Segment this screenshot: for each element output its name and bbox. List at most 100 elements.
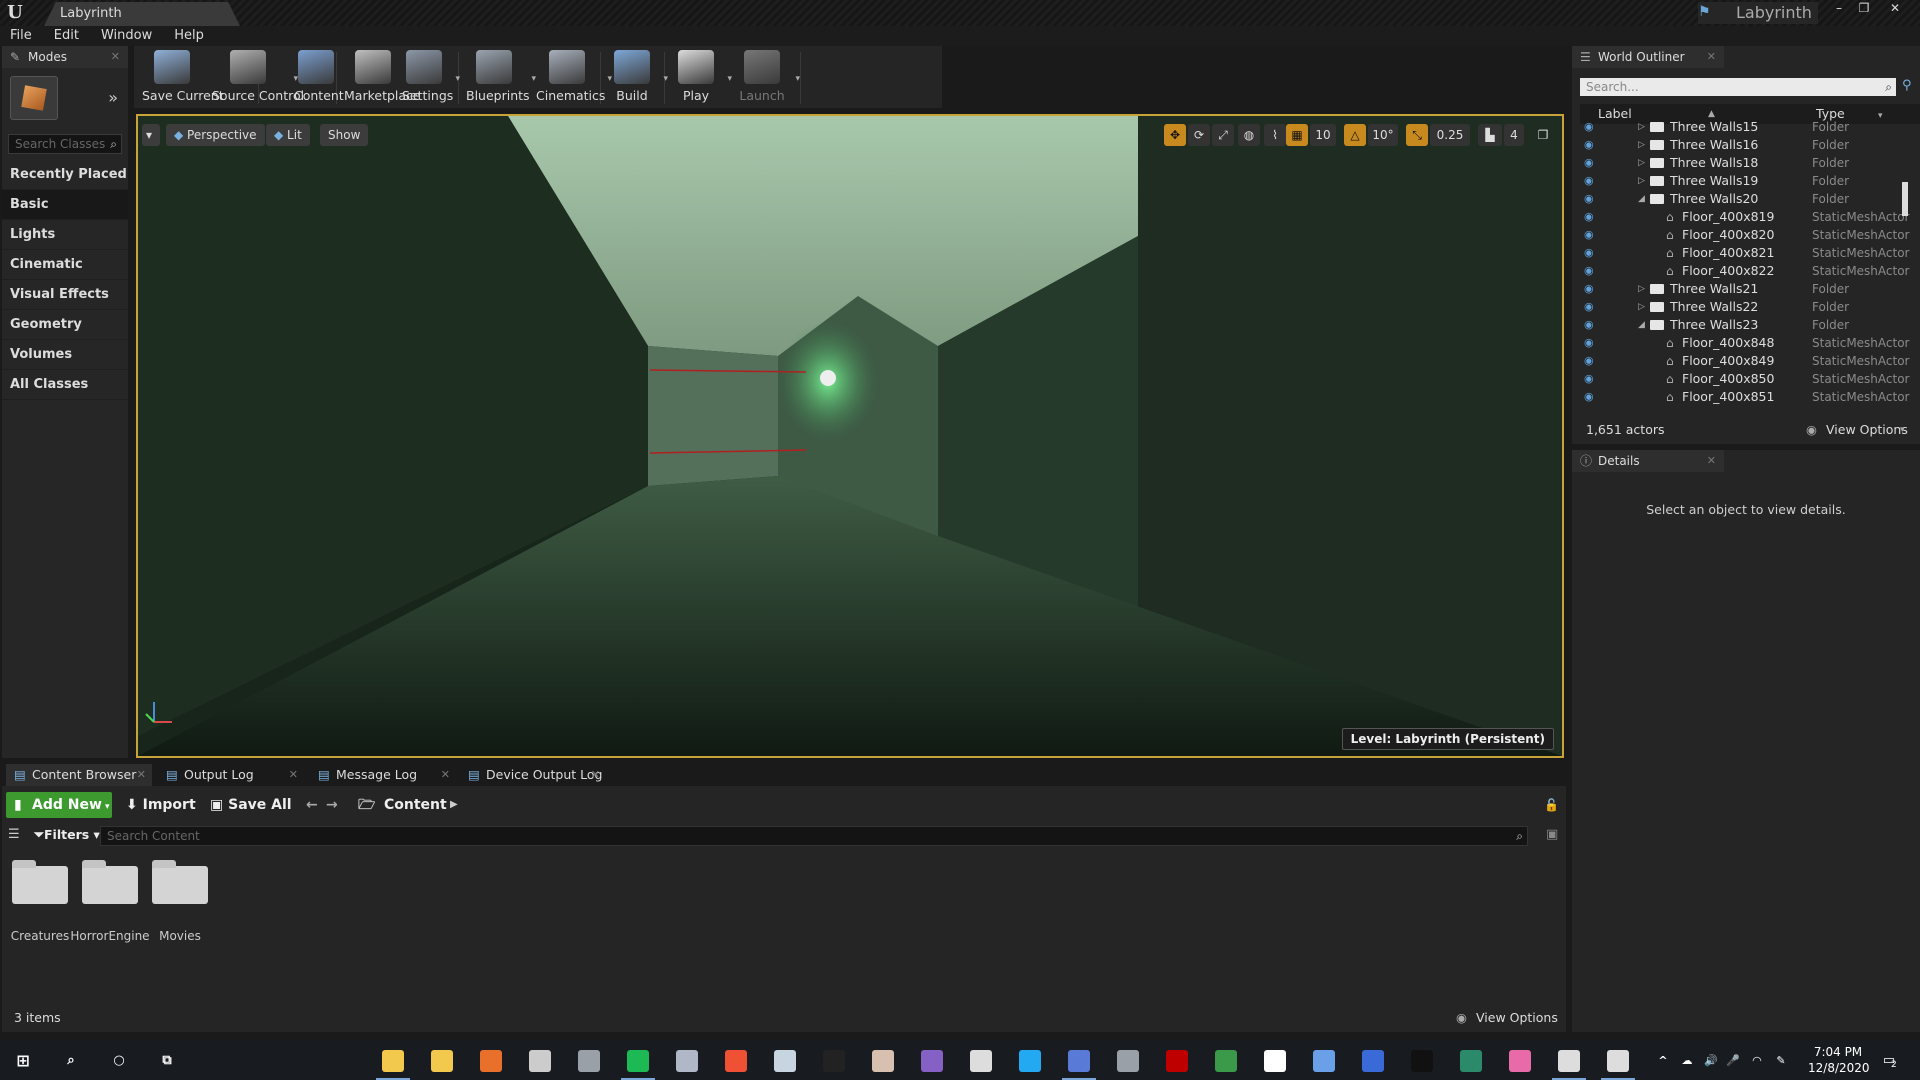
spotify-icon[interactable] [621,1050,655,1080]
lock-icon[interactable]: 🔓 [1544,792,1559,818]
tab-content-browser[interactable]: ▤ Content Browser ✕ [6,764,152,786]
microphone-icon[interactable]: 🎤 [1722,1050,1744,1072]
mode-category-volumes[interactable]: Volumes [2,340,128,370]
outliner-row[interactable]: ◉ ◢ Three Walls20 Folder [1580,190,1910,208]
mode-category-geometry[interactable]: Geometry [2,310,128,340]
search-icon[interactable]: ⌕ [60,1050,82,1072]
visibility-eye-icon[interactable]: ◉ [1584,190,1594,208]
chevron-down-icon[interactable]: ▾ [663,74,668,84]
chevron-down-icon[interactable]: ▾ [1900,416,1905,444]
chevron-down-icon[interactable]: ▾ [727,74,732,84]
image-editor-icon[interactable] [1215,1050,1237,1072]
mode-category-lights[interactable]: Lights [2,220,128,250]
close-icon[interactable]: ✕ [441,764,450,786]
close-icon[interactable]: ✕ [591,764,600,786]
expand-arrow-icon[interactable]: ▷ [1638,118,1645,136]
volume-icon[interactable]: 🔊 [1700,1050,1722,1072]
cinematics-button[interactable]: Cinematics ▾ [536,50,612,108]
outliner-row[interactable]: ◉ ▷ Three Walls15 Folder [1580,118,1910,136]
world-space-icon[interactable]: ◍ [1238,124,1260,146]
visibility-eye-icon[interactable]: ◉ [1584,172,1594,190]
menu-help[interactable]: Help [174,26,204,46]
notification-app-icon[interactable] [1062,1050,1096,1080]
steam-icon[interactable] [774,1050,796,1072]
windows-start-icon[interactable]: ⊞ [12,1050,34,1072]
camera-speed-value[interactable]: 4 [1504,124,1524,146]
path-chevron-icon[interactable]: ▶ [450,792,458,818]
visual-studio-icon[interactable] [921,1050,943,1072]
visibility-eye-icon[interactable]: ◉ [1584,154,1594,172]
wifi-icon[interactable]: ◠ [1746,1050,1768,1072]
menu-window[interactable]: Window [101,26,152,46]
save-current-button[interactable]: Save Current [142,50,224,108]
pin-icon[interactable]: ⚲ [1902,78,1912,93]
build-button[interactable]: Build ▾ [610,50,668,108]
chevron-right-icon[interactable]: » [108,88,118,107]
source-control-button[interactable]: Source Control ▾ [212,50,304,108]
save-all-button[interactable]: ▣ Save All [210,792,292,818]
blueprints-button[interactable]: Blueprints ▾ [466,50,536,108]
vscode-icon[interactable] [1019,1050,1041,1072]
anime-app-icon[interactable] [872,1050,894,1072]
visibility-eye-icon[interactable]: ◉ [1584,280,1594,298]
settings-button[interactable]: Settings ▾ [402,50,460,108]
visibility-eye-icon[interactable]: ◉ [1584,352,1594,370]
world-outliner-tab[interactable]: ☰ World Outliner ✕ [1572,46,1724,68]
game-app-icon[interactable] [1362,1050,1384,1072]
folder-movies[interactable] [152,860,208,904]
mode-category-basic[interactable]: Basic [2,190,128,220]
viewport-options-button[interactable]: ▾ [142,124,160,146]
visibility-eye-icon[interactable]: ◉ [1584,244,1594,262]
scale-tool-icon[interactable]: ⤢ [1212,124,1234,146]
expand-arrow-icon[interactable]: ▷ [1638,298,1645,316]
maximize-viewport-icon[interactable]: ❐ [1534,124,1552,146]
rotate-tool-icon[interactable]: ⟳ [1188,124,1210,146]
gitkraken-icon[interactable] [1460,1050,1482,1072]
level-viewport[interactable]: ▾ ◆ Perspective ◆ Lit Show ✥ ⟳ ⤢ ◍ ⌇ ▦ 1… [136,114,1564,758]
content-view-options[interactable]: View Options [1476,1010,1558,1025]
visibility-eye-icon[interactable]: ◉ [1584,208,1594,226]
outliner-row[interactable]: ◉ ⌂ Floor_400x849 StaticMeshActor [1580,352,1910,370]
rotation-snap-value[interactable]: 10° [1368,124,1398,146]
git-icon[interactable] [725,1050,747,1072]
visibility-eye-icon[interactable]: ◉ [1584,298,1594,316]
mode-category-all-classes[interactable]: All Classes [2,370,128,400]
folder-horrorengine[interactable] [82,860,138,904]
unreal-icon[interactable] [1601,1050,1635,1080]
visibility-eye-icon[interactable]: ◉ [1584,262,1594,280]
rotation-snap-icon[interactable]: △ [1344,124,1366,146]
translate-tool-icon[interactable]: ✥ [1164,124,1186,146]
chevron-up-icon[interactable]: ^ [1652,1050,1674,1072]
close-button[interactable]: ✕ [1884,1,1906,17]
mode-category-cinematic[interactable]: Cinematic [2,250,128,280]
outliner-row[interactable]: ◉ ⌂ Floor_400x821 StaticMeshActor [1580,244,1910,262]
itunes-icon[interactable] [1509,1050,1531,1072]
lit-button[interactable]: ◆ Lit [266,124,310,146]
outliner-view-options[interactable]: View Options [1826,416,1908,444]
visibility-eye-icon[interactable]: ◉ [1584,334,1594,352]
visibility-eye-icon[interactable]: ◉ [1584,316,1594,334]
expand-arrow-icon[interactable]: ▷ [1638,136,1645,154]
close-icon[interactable]: ✕ [1707,450,1716,472]
tab-device-output-log[interactable]: ▤ Device Output Log ✕ [460,764,606,786]
expand-arrow-icon[interactable]: ▷ [1638,172,1645,190]
import-button[interactable]: ⬇ Import [126,792,196,818]
close-icon[interactable]: ✕ [111,46,120,68]
unity-icon[interactable] [970,1050,992,1072]
chevron-down-icon[interactable]: ▾ [795,74,800,84]
outliner-search-input[interactable]: Search... ⌕ [1580,78,1896,96]
cortana-icon[interactable]: ○ [108,1050,130,1072]
modes-tab[interactable]: ✎ Modes ✕ [2,46,128,68]
close-icon[interactable]: ✕ [289,764,298,786]
close-icon[interactable]: ✕ [1707,46,1716,68]
visibility-eye-icon[interactable]: ◉ [1584,388,1594,406]
pen-icon[interactable]: ✎ [1770,1050,1792,1072]
document-tab[interactable]: Labyrinth [44,2,240,26]
search-classes-input[interactable]: Search Classes ⌕ [8,134,122,154]
outliner-row[interactable]: ◉ ▷ Three Walls18 Folder [1580,154,1910,172]
mode-category-visual-effects[interactable]: Visual Effects [2,280,128,310]
launch-button[interactable]: Launch ▾ [738,50,800,108]
outliner-row[interactable]: ◉ ▷ Three Walls19 Folder [1580,172,1910,190]
grid-snap-value[interactable]: 10 [1310,124,1336,146]
sources-toggle-icon[interactable]: ☰ [8,827,20,842]
